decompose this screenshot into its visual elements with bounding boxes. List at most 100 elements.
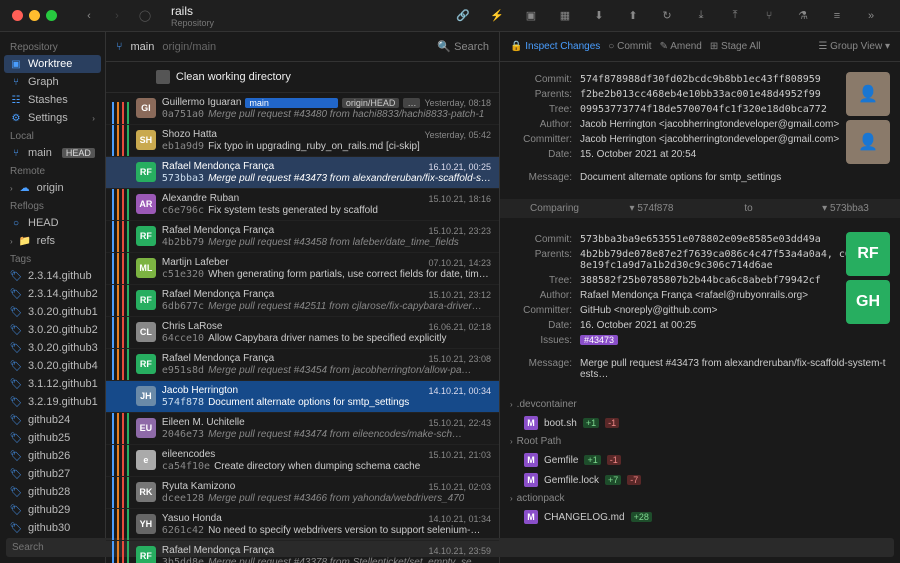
sidebar-item-tag[interactable]: 🏷2.3.14.github2 xyxy=(0,285,105,303)
panel-icon[interactable]: ▣ xyxy=(516,4,546,28)
settings-icon[interactable]: ≡ xyxy=(822,4,852,28)
sidebar-item-tag[interactable]: 🏷github29 xyxy=(0,501,105,519)
commit-row[interactable]: RFRafael Mendonça França15.10.21, 23:234… xyxy=(106,221,499,253)
wand-icon[interactable]: ⚡ xyxy=(482,4,512,28)
back-button[interactable]: ‹ xyxy=(77,4,101,28)
commit-author: Rafael Mendonça França xyxy=(162,225,274,236)
file-section[interactable]: ›actionpack xyxy=(500,490,900,507)
modified-icon: M xyxy=(524,416,538,430)
current-branch[interactable]: main xyxy=(131,41,155,53)
compare-b[interactable]: ▾ 573bba3 xyxy=(801,203,890,214)
sidebar-item-tag[interactable]: 🏷3.0.20.github4 xyxy=(0,357,105,375)
commit-row[interactable]: RFRafael Mendonça França15.10.21, 23:08e… xyxy=(106,349,499,381)
sidebar-item-tag[interactable]: 🏷github28 xyxy=(0,483,105,501)
compare-a[interactable]: ▾ 574f878 xyxy=(607,203,696,214)
file-row[interactable]: Mboot.sh+1-1 xyxy=(500,413,900,433)
commit-row[interactable]: SHShozo HattaYesterday, 05:42eb1a9d9Fix … xyxy=(106,125,499,157)
file-row[interactable]: MGemfile.lock+7-7 xyxy=(500,470,900,490)
forward-button[interactable]: › xyxy=(105,4,129,28)
ref-pill[interactable]: … xyxy=(403,98,420,108)
search-input[interactable] xyxy=(6,538,106,557)
grid-icon[interactable]: ▦ xyxy=(550,4,580,28)
upload-icon[interactable]: ⬆ xyxy=(618,4,648,28)
commit-row[interactable]: YHYasuo Honda14.10.21, 01:346261c42No ne… xyxy=(106,509,499,541)
sidebar-item-origin[interactable]: ›☁origin xyxy=(0,179,105,197)
sidebar-item-tag[interactable]: 🏷github26 xyxy=(0,447,105,465)
sidebar-item-label: github24 xyxy=(28,414,70,426)
sidebar-item-refs[interactable]: ›📁refs xyxy=(0,232,105,250)
sidebar-item-label: github25 xyxy=(28,432,70,444)
commit-row[interactable]: RFRafael Mendonça França14.10.21, 23:593… xyxy=(106,541,499,563)
sidebar-item-graph[interactable]: ⑂Graph xyxy=(0,73,105,91)
sidebar-item-tag[interactable]: 🏷github30 xyxy=(0,519,105,537)
sidebar-item-label: 3.1.12.github1 xyxy=(28,378,98,390)
sidebar-item-tag[interactable]: 🏷3.2.19.github1 xyxy=(0,393,105,411)
sidebar-item-tag[interactable]: 🏷3.0.20.github1 xyxy=(0,303,105,321)
sidebar-item-tag[interactable]: 🏷3.1.12.github1 xyxy=(0,375,105,393)
search-button[interactable]: 🔍 Search xyxy=(437,40,489,53)
sidebar-item-worktree[interactable]: ▣Worktree xyxy=(4,55,101,73)
link-icon[interactable]: 🔗 xyxy=(448,4,478,28)
commit-meta-bottom: RF GH Commit:573bba3ba9e653551e078802e09… xyxy=(500,222,900,392)
commit-row[interactable]: RFRafael Mendonça França15.10.21, 23:126… xyxy=(106,285,499,317)
commit-row[interactable]: RFRafael Mendonça França16.10.21, 00:255… xyxy=(106,157,499,189)
file-row[interactable]: MCHANGELOG.md+28 xyxy=(500,507,900,527)
meta-commit: 574f878988df30fd02bcdc9b8bb1ec43ff808959 xyxy=(580,74,821,85)
working-directory-row[interactable]: Clean working directory xyxy=(106,62,499,93)
commit-message: Merge pull request #43458 from lafeber/d… xyxy=(208,237,459,248)
repo-icon[interactable]: ◯ xyxy=(133,4,157,28)
group-view-dropdown[interactable]: ☰ Group View ▾ xyxy=(818,41,890,52)
more-icon[interactable]: » xyxy=(856,4,886,28)
ref-pill[interactable]: origin/HEAD xyxy=(342,98,400,108)
commit-row[interactable]: JHJacob Herrington14.10.21, 00:34574f878… xyxy=(106,381,499,413)
tab-inspect[interactable]: 🔒 Inspect Changes xyxy=(510,41,600,52)
commit-message: Merge pull request #43480 from hachi8833… xyxy=(208,109,484,120)
tab-commit[interactable]: ○ Commit xyxy=(608,41,651,52)
tab-amend[interactable]: ✎ Amend xyxy=(660,41,702,52)
minimize-icon[interactable] xyxy=(29,10,40,21)
commit-author: Ryuta Kamizono xyxy=(162,481,235,492)
push-icon[interactable]: ⤒ xyxy=(720,4,750,28)
sidebar-item-label: github29 xyxy=(28,504,70,516)
commit-row[interactable]: EUEileen M. Uchitelle15.10.21, 22:432046… xyxy=(106,413,499,445)
commit-time: Yesterday, 08:18 xyxy=(424,98,491,108)
meta-parents[interactable]: 4b2bb79de078e87e2f7639ca086c4c47f53a4a0a… xyxy=(580,249,888,271)
commit-row[interactable]: MLMartijn Lafeber07.10.21, 14:23c51e320W… xyxy=(106,253,499,285)
toolbar-icons: 🔗 ⚡ ▣ ▦ ⬇ ⬆ ↻ ⤓ ⤒ ⑂ ⚗ ≡ » xyxy=(446,4,888,28)
sidebar-item-head[interactable]: ○HEAD xyxy=(0,214,105,232)
commit-message: Merge pull request #43378 from Stellenti… xyxy=(208,557,481,563)
commit-row[interactable]: eeileencodes15.10.21, 21:03ca54f10eCreat… xyxy=(106,445,499,477)
sidebar-item-tag[interactable]: 🏷3.0.20.github2 xyxy=(0,321,105,339)
pull-icon[interactable]: ⤓ xyxy=(686,4,716,28)
commit-row[interactable]: ARAlexandre Ruban15.10.21, 18:16c6e796cF… xyxy=(106,189,499,221)
sidebar-item-settings[interactable]: ⚙Settings› xyxy=(0,109,105,127)
commit-row[interactable]: RKRyuta Kamizono15.10.21, 02:03dcee128Me… xyxy=(106,477,499,509)
commit-list[interactable]: Clean working directory GIGuillermo Igua… xyxy=(106,62,499,563)
branch-icon[interactable]: ⑂ xyxy=(754,4,784,28)
issue-pill[interactable]: #43473 xyxy=(580,335,618,345)
file-row[interactable]: MGemfile+1-1 xyxy=(500,450,900,470)
sidebar-item-tag[interactable]: 🏷2.3.14.github xyxy=(0,267,105,285)
section-repository: Repository xyxy=(0,38,105,55)
ref-pill[interactable]: main xyxy=(245,98,338,108)
download-icon[interactable]: ⬇ xyxy=(584,4,614,28)
redo-icon[interactable]: ↻ xyxy=(652,4,682,28)
meta-parents[interactable]: f2be2b013cc468eb4e10bb33ac001e48d4952f99 xyxy=(580,89,821,100)
commit-row[interactable]: CLChris LaRose16.06.21, 02:1864cce10Allo… xyxy=(106,317,499,349)
sidebar-item-local-main[interactable]: ⑂mainHEAD xyxy=(0,144,105,162)
filter-icon[interactable]: ⚗ xyxy=(788,4,818,28)
sidebar-item-tag[interactable]: 🏷3.0.20.github3 xyxy=(0,339,105,357)
file-name: boot.sh xyxy=(544,418,577,429)
commit-row[interactable]: GIGuillermo Iguaranmainorigin/HEAD…Yeste… xyxy=(106,93,499,125)
sidebar-item-tag[interactable]: 🏷github25 xyxy=(0,429,105,447)
tab-stage[interactable]: ⊞ Stage All xyxy=(710,41,761,52)
remote-branch[interactable]: origin/main xyxy=(162,41,216,53)
file-section[interactable]: ›Root Path xyxy=(500,433,900,450)
close-icon[interactable] xyxy=(12,10,23,21)
sidebar-item-stashes[interactable]: ☷Stashes xyxy=(0,91,105,109)
sidebar-item-tag[interactable]: 🏷github27 xyxy=(0,465,105,483)
sidebar-item-tag[interactable]: 🏷github24 xyxy=(0,411,105,429)
file-section[interactable]: ›.devcontainer xyxy=(500,396,900,413)
chevron-right-icon: › xyxy=(510,494,513,503)
maximize-icon[interactable] xyxy=(46,10,57,21)
